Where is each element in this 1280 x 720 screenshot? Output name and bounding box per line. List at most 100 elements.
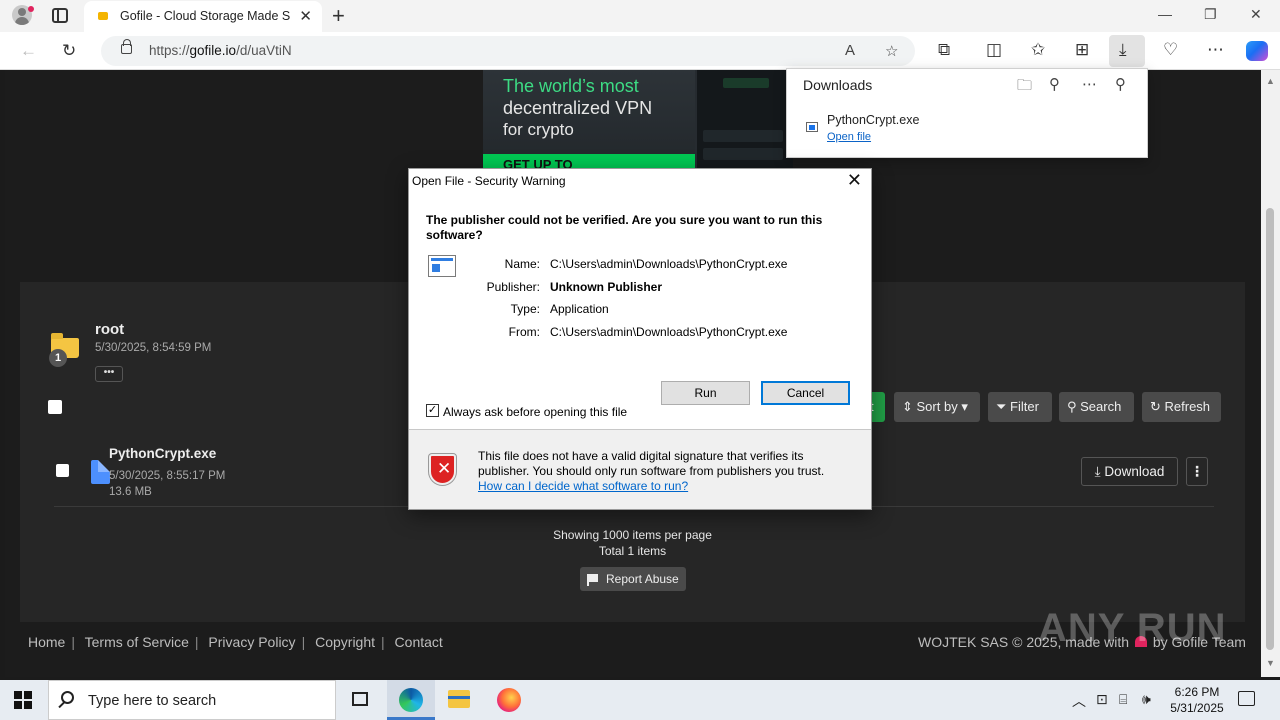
- scroll-thumb[interactable]: [1266, 208, 1274, 650]
- tab-bar: Gofile - Cloud Storage Made Simple ✕ + —…: [0, 0, 1280, 32]
- more-options-icon[interactable]: ⋯: [1082, 75, 1097, 93]
- folder-more-button[interactable]: •••: [95, 366, 123, 382]
- downloads-panel: Downloads 🗀 ⚲ ⋯ ⚲ PythonCrypt.exe Open f…: [786, 68, 1148, 158]
- split-screen-icon[interactable]: ◫: [986, 40, 1002, 60]
- collections-icon[interactable]: ⊞: [1075, 40, 1089, 60]
- new-tab-icon[interactable]: +: [332, 3, 345, 29]
- minimize-icon[interactable]: —: [1158, 6, 1172, 22]
- type-value: Application: [550, 302, 609, 316]
- file-name[interactable]: PythonCrypt.exe: [109, 446, 216, 461]
- taskbar-search-placeholder: Type here to search: [88, 693, 217, 709]
- favorite-star-icon[interactable]: ☆: [885, 42, 898, 60]
- copilot-icon[interactable]: [1246, 41, 1268, 61]
- always-ask-checkbox[interactable]: ✓: [426, 404, 439, 417]
- total-items-text: Total 1 items: [598, 544, 667, 558]
- open-file-link[interactable]: Open file: [827, 131, 871, 143]
- windows-start-icon[interactable]: [14, 691, 32, 709]
- sort-by-button[interactable]: ⇕ Sort by ▾: [894, 392, 980, 422]
- dialog-close-icon[interactable]: ✕: [847, 170, 862, 191]
- clock-time: 6:26 PM: [1174, 685, 1220, 699]
- refresh-button[interactable]: ↻ Refresh: [1142, 392, 1221, 422]
- filter-button[interactable]: ⏷ Filter: [988, 392, 1052, 422]
- favorites-icon[interactable]: ✩: [1031, 40, 1045, 60]
- select-all-checkbox[interactable]: [48, 400, 62, 414]
- file-menu-button[interactable]: ⋮: [1186, 457, 1208, 486]
- scroll-down-icon[interactable]: ▼: [1266, 658, 1275, 668]
- extensions-icon[interactable]: ⧉: [938, 40, 950, 60]
- page-scrollbar[interactable]: ▲ ▼: [1261, 70, 1280, 677]
- tab-gofile[interactable]: Gofile - Cloud Storage Made Simple ✕: [84, 1, 322, 32]
- shield-warning-icon: ✕: [429, 454, 456, 485]
- network-icon[interactable]: ⌸: [1119, 691, 1127, 708]
- footer-link-home[interactable]: Home: [28, 634, 65, 650]
- download-filename[interactable]: PythonCrypt.exe: [827, 113, 919, 127]
- pin-icon[interactable]: ⚲: [1115, 75, 1126, 93]
- url-text[interactable]: https://gofile.io/d/uaVtiN: [149, 43, 292, 58]
- footer-link-contact[interactable]: Contact: [395, 634, 443, 650]
- dialog-divider: [409, 429, 871, 430]
- footer-links: Home | Terms of Service | Privacy Policy | …: [28, 634, 443, 650]
- open-folder-icon[interactable]: 🗀: [1017, 75, 1032, 100]
- filter-label: Filter: [1010, 399, 1039, 414]
- tab-close-icon[interactable]: ✕: [299, 7, 312, 25]
- taskbar: Type here to search ︿ ⊡ ⌸ 🕪 6:26 PM 5/31…: [0, 680, 1280, 720]
- dialog-title: Open File - Security Warning: [412, 174, 566, 188]
- file-checkbox[interactable]: [56, 464, 69, 477]
- footer-link-terms[interactable]: Terms of Service: [85, 634, 189, 650]
- ad-connected-pill: [723, 78, 769, 88]
- download-icon[interactable]: ⤓: [1119, 40, 1127, 60]
- volume-icon[interactable]: 🕪: [1142, 691, 1151, 708]
- tray-device-icon[interactable]: ⊡: [1096, 691, 1108, 708]
- name-label: Name:: [504, 257, 540, 271]
- downloads-button[interactable]: [1109, 35, 1145, 67]
- lock-icon[interactable]: [121, 39, 132, 54]
- dialog-question: The publisher could not be verified. Are…: [426, 213, 823, 242]
- footer-link-privacy[interactable]: Privacy Policy: [208, 634, 295, 650]
- scroll-up-icon[interactable]: ▲: [1266, 76, 1275, 86]
- refresh-icon[interactable]: ↻: [62, 41, 76, 61]
- restore-icon[interactable]: ❐: [1204, 6, 1217, 23]
- firefox-icon[interactable]: [497, 688, 521, 712]
- dialog-body: The publisher could not be verified. Are…: [409, 193, 871, 429]
- footer-link-copyright[interactable]: Copyright: [315, 634, 375, 650]
- close-window-icon[interactable]: ✕: [1250, 6, 1262, 23]
- always-ask-label[interactable]: Always ask before opening this file: [443, 405, 627, 419]
- run-button[interactable]: Run: [661, 381, 750, 405]
- advertisement-banner[interactable]: The world’s most decentralized VPN for c…: [483, 70, 793, 170]
- tab-actions-icon[interactable]: [52, 8, 68, 23]
- taskbar-search-box[interactable]: Type here to search: [48, 680, 336, 720]
- exe-file-icon: [806, 122, 818, 132]
- warning-text: This file does not have a valid digital …: [478, 449, 825, 478]
- help-link[interactable]: How can I decide what software to run?: [478, 479, 688, 493]
- report-abuse-button[interactable]: Report Abuse: [580, 567, 686, 591]
- report-abuse-label: Report Abuse: [606, 572, 679, 586]
- read-aloud-icon[interactable]: A: [845, 42, 855, 59]
- performance-icon[interactable]: ♡: [1163, 40, 1178, 60]
- back-icon[interactable]: ←: [20, 41, 37, 61]
- folder-count-badge: 1: [49, 349, 67, 367]
- search-button[interactable]: ⚲ Search: [1059, 392, 1134, 422]
- address-bar[interactable]: https://gofile.io/d/uaVtiN A ☆: [101, 36, 915, 66]
- file-explorer-icon[interactable]: [448, 690, 470, 708]
- download-button[interactable]: ⤓ Download: [1081, 457, 1178, 486]
- file-date: 5/30/2025, 8:55:17 PM: [109, 470, 226, 482]
- ad-headline-1: The world’s most: [503, 76, 639, 96]
- tray-chevron-icon[interactable]: ︿: [1072, 691, 1086, 711]
- settings-more-icon[interactable]: ⋯: [1207, 40, 1224, 60]
- search-downloads-icon[interactable]: ⚲: [1049, 75, 1060, 93]
- edge-icon[interactable]: [399, 688, 423, 712]
- gofile-favicon-icon: [98, 12, 108, 20]
- ad-screenshot: [697, 70, 793, 170]
- cancel-button[interactable]: Cancel: [761, 381, 850, 405]
- security-warning-dialog: Open File - Security Warning ✕ The publi…: [408, 168, 872, 510]
- notifications-icon[interactable]: [1238, 691, 1255, 706]
- sort-by-label: Sort by: [916, 399, 958, 414]
- anyrun-watermark: ANY RUN: [1038, 606, 1227, 650]
- notification-dot: [28, 6, 34, 12]
- folder-date: 5/30/2025, 8:54:59 PM: [95, 342, 212, 354]
- downloads-title: Downloads: [803, 77, 873, 93]
- system-clock[interactable]: 6:26 PM 5/31/2025: [1162, 684, 1232, 716]
- task-view-icon[interactable]: [352, 692, 368, 706]
- dialog-titlebar[interactable]: Open File - Security Warning ✕: [409, 169, 871, 193]
- ad-headline-2: decentralized VPN: [503, 98, 653, 118]
